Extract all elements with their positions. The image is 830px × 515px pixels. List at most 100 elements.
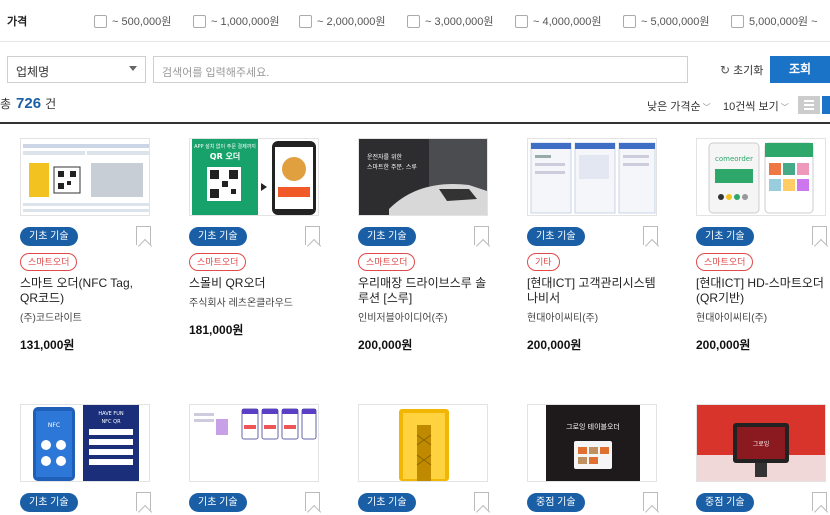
search-field-select[interactable]: 업체명	[7, 56, 146, 83]
refresh-icon: ↻	[720, 63, 731, 77]
bookmark-icon[interactable]	[474, 492, 489, 511]
product-title[interactable]: 우리매장 드라이브스루 솔루션 [스루]	[358, 276, 490, 306]
price-option-500000[interactable]: ~ 500,000원	[94, 13, 171, 29]
product-company: (주)코드라이트	[20, 313, 82, 324]
product-tag: 스마트오더	[189, 253, 247, 271]
product-price: 200,000원	[527, 338, 582, 352]
product-thumbnail[interactable]: comeorder	[696, 138, 826, 216]
price-option-over-5000000[interactable]: 5,000,000원 ~	[731, 13, 818, 29]
product-card[interactable]: 기초 기술 기타 [현대ICT] 고객관리시스템 나비서 현대아이씨티(주) 2…	[527, 138, 677, 353]
category-badge: 기초 기술	[189, 493, 247, 512]
product-tag: 스마트오더	[358, 253, 416, 271]
reset-button[interactable]: ↻ 초기화	[720, 62, 763, 78]
category-badge: 중점 기술	[696, 493, 754, 512]
product-card[interactable]: 기초 기술 스마트오더 스마트 오더(NFC Tag, QR코드) (주)코드라…	[20, 138, 170, 353]
category-badge: 기초 기술	[20, 493, 78, 512]
checkbox[interactable]	[193, 14, 206, 28]
bookmark-icon[interactable]	[812, 226, 827, 245]
category-badge: 기초 기술	[20, 227, 78, 246]
product-tag: 스마트오더	[696, 253, 754, 271]
list-view-icon[interactable]	[798, 96, 820, 114]
category-badge: 기초 기술	[527, 227, 585, 246]
thumbnail-title: 운전자를 위한	[367, 153, 403, 161]
product-tag: 기타	[527, 253, 560, 271]
thumbnail-logo: comeorder	[715, 155, 753, 163]
thumbnail-title: 그로잉 테이블오더	[566, 422, 620, 431]
grid-view-icon[interactable]	[822, 96, 830, 114]
bookmark-icon[interactable]	[305, 226, 320, 245]
search-button[interactable]: 조회	[770, 56, 830, 83]
result-count-number: 726	[16, 95, 42, 112]
checkbox[interactable]	[623, 14, 636, 28]
product-thumbnail[interactable]	[189, 404, 319, 482]
search-input[interactable]: 검색어를 입력해주세요.	[153, 56, 688, 83]
bookmark-icon[interactable]	[474, 226, 489, 245]
category-badge: 기초 기술	[189, 227, 247, 246]
product-card[interactable]: 그로잉 테이블오더 중점 기술	[527, 404, 677, 514]
product-card[interactable]: 운전자를 위한 스마트한 주문, 스루 기초 기술 스마트오더 우리매장 드라이…	[358, 138, 508, 353]
product-price: 200,000원	[696, 338, 751, 352]
product-company: 주식회사 레츠온클라우드	[189, 298, 293, 309]
product-thumbnail[interactable]	[358, 404, 488, 482]
product-title[interactable]: 스몰비 QR오더	[189, 276, 321, 291]
bookmark-icon[interactable]	[812, 492, 827, 511]
thumbnail-caption: NFC	[48, 422, 60, 429]
product-title[interactable]: [현대ICT] 고객관리시스템 나비서	[527, 276, 659, 306]
bookmark-icon[interactable]	[305, 492, 320, 511]
result-count: 총 726 건	[0, 95, 57, 112]
product-thumbnail[interactable]: 운전자를 위한 스마트한 주문, 스루	[358, 138, 488, 216]
product-thumbnail[interactable]: 그로잉 테이블오더	[527, 404, 657, 482]
bookmark-icon[interactable]	[136, 492, 151, 511]
thumbnail-caption: NFC QR	[101, 419, 121, 425]
product-title[interactable]: [현대ICT] HD-스마트오더(QR기반)	[696, 276, 828, 306]
price-option-5000000[interactable]: ~ 5,000,000원	[623, 13, 710, 29]
product-thumbnail[interactable]: NFC HAVE FUN NFC QR	[20, 404, 150, 482]
price-option-1000000[interactable]: ~ 1,000,000원	[193, 13, 280, 29]
checkbox[interactable]	[299, 14, 312, 28]
product-card[interactable]: NFC HAVE FUN NFC QR 기초 기술	[20, 404, 170, 514]
category-badge: 중점 기술	[527, 493, 585, 512]
product-company: 현대아이씨티(주)	[696, 313, 768, 324]
product-card[interactable]: APP 설치 없이 주문 결제까지 QR 오더 기초 기술 스마트오더 스몰비 …	[189, 138, 339, 338]
product-company: 인비저블아이디어(주)	[358, 313, 448, 324]
product-card[interactable]: 그로잉 중점 기술	[696, 404, 830, 514]
checkbox[interactable]	[94, 14, 107, 28]
per-page-dropdown[interactable]: 10건씩 보기 ﹀	[723, 98, 789, 114]
checkbox[interactable]	[515, 14, 528, 28]
search-row: 업체명 검색어를 입력해주세요. ↻ 초기화 조회	[0, 42, 830, 90]
product-card[interactable]: 기초 기술	[189, 404, 339, 514]
thumbnail-caption: APP 설치 없이 주문 결제까지	[194, 143, 256, 150]
results-toolbar: 총 726 건 낮은 가격순 ﹀ 10건씩 보기 ﹀	[0, 90, 830, 124]
price-option-4000000[interactable]: ~ 4,000,000원	[515, 13, 602, 29]
price-option-3000000[interactable]: ~ 3,000,000원	[407, 13, 494, 29]
product-thumbnail[interactable]: 그로잉	[696, 404, 826, 482]
chevron-down-icon: ﹀	[702, 103, 711, 112]
product-price: 200,000원	[358, 338, 413, 352]
product-thumbnail[interactable]	[20, 138, 150, 216]
bookmark-icon[interactable]	[643, 492, 658, 511]
bookmark-icon[interactable]	[643, 226, 658, 245]
chevron-down-icon: ﹀	[780, 103, 789, 112]
price-filter-label: 가격	[7, 16, 28, 28]
product-thumbnail[interactable]	[527, 138, 657, 216]
product-price: 131,000원	[20, 338, 75, 352]
category-badge: 기초 기술	[358, 227, 416, 246]
thumbnail-title: QR 오더	[210, 151, 240, 161]
product-title[interactable]: 스마트 오더(NFC Tag, QR코드)	[20, 276, 152, 306]
thumbnail-caption: 스마트한 주문, 스루	[367, 163, 417, 171]
bookmark-icon[interactable]	[136, 226, 151, 245]
price-option-2000000[interactable]: ~ 2,000,000원	[299, 13, 386, 29]
price-filter-row: 가격 ~ 500,000원 ~ 1,000,000원 ~ 2,000,000원 …	[0, 0, 830, 42]
product-thumbnail[interactable]: APP 설치 없이 주문 결제까지 QR 오더	[189, 138, 319, 216]
product-card[interactable]: comeorder 기초 기술 스마트오더 [현대ICT] HD-스마트오더(Q…	[696, 138, 830, 353]
product-tag: 스마트오더	[20, 253, 78, 271]
product-card[interactable]: 기초 기술	[358, 404, 508, 514]
category-badge: 기초 기술	[358, 493, 416, 512]
sort-dropdown[interactable]: 낮은 가격순 ﹀	[647, 98, 711, 114]
checkbox[interactable]	[407, 14, 420, 28]
category-badge: 기초 기술	[696, 227, 754, 246]
product-company: 현대아이씨티(주)	[527, 313, 599, 324]
chevron-down-icon	[129, 66, 137, 71]
product-price: 181,000원	[189, 323, 244, 337]
checkbox[interactable]	[731, 14, 744, 28]
